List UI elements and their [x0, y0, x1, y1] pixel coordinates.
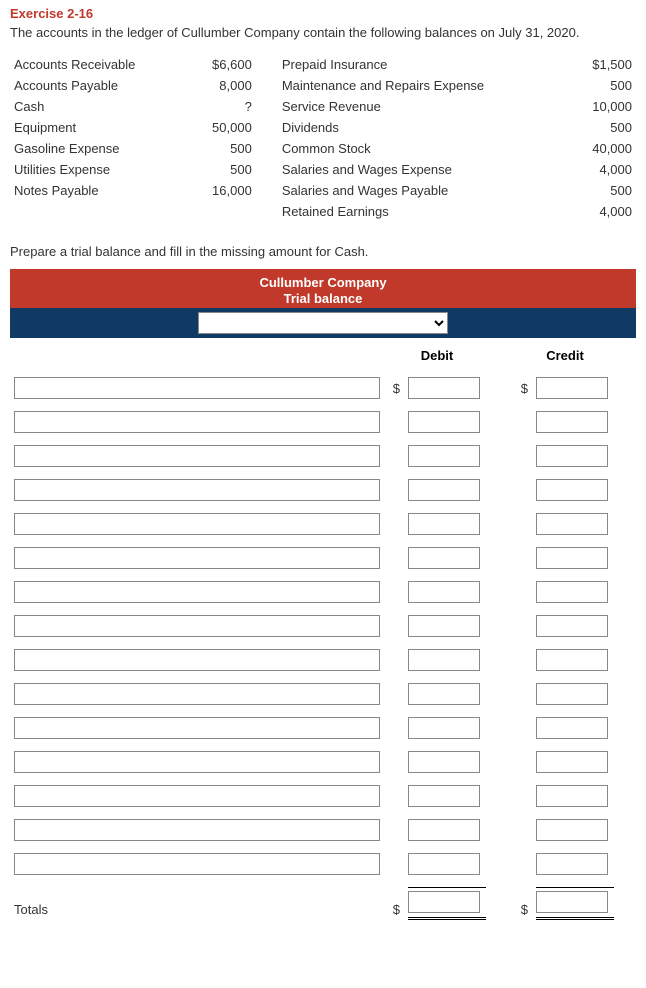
- balance-amount: 4,000: [570, 159, 636, 180]
- account-input[interactable]: [14, 785, 380, 807]
- account-input[interactable]: [14, 377, 380, 399]
- debit-input[interactable]: [408, 785, 480, 807]
- credit-input[interactable]: [536, 751, 608, 773]
- account-input[interactable]: [14, 615, 380, 637]
- balance-name: Equipment: [10, 117, 190, 138]
- balance-amount: ?: [190, 96, 256, 117]
- balance-amount: 500: [570, 117, 636, 138]
- debit-input[interactable]: [408, 853, 480, 875]
- debit-input[interactable]: [408, 377, 480, 399]
- debit-input[interactable]: [408, 683, 480, 705]
- debit-input[interactable]: [408, 479, 480, 501]
- balance-amount: 500: [190, 138, 256, 159]
- balance-amount: 10,000: [570, 96, 636, 117]
- balance-name: Notes Payable: [10, 180, 190, 201]
- company-name: Cullumber Company: [10, 275, 636, 291]
- account-input[interactable]: [14, 581, 380, 603]
- debit-header: Debit: [384, 338, 490, 371]
- debit-input[interactable]: [408, 819, 480, 841]
- balance-name: Salaries and Wages Payable: [278, 180, 570, 201]
- credit-header: Credit: [512, 338, 618, 371]
- balance-amount: 4,000: [570, 201, 636, 222]
- credit-input[interactable]: [536, 819, 608, 841]
- balance-name: Utilities Expense: [10, 159, 190, 180]
- debit-input[interactable]: [408, 445, 480, 467]
- balance-amount: 8,000: [190, 75, 256, 96]
- credit-input[interactable]: [536, 853, 608, 875]
- trial-balance-table: Cullumber Company Trial balance Debit Cr…: [10, 269, 636, 926]
- trial-balance-subtitle: Trial balance: [10, 291, 636, 307]
- balance-name: Accounts Receivable: [10, 54, 190, 75]
- credit-input[interactable]: [536, 513, 608, 535]
- credit-total-input[interactable]: [536, 891, 608, 913]
- account-input[interactable]: [14, 717, 380, 739]
- balance-name: Prepaid Insurance: [278, 54, 570, 75]
- account-input[interactable]: [14, 751, 380, 773]
- credit-input[interactable]: [536, 547, 608, 569]
- exercise-intro: The accounts in the ledger of Cullumber …: [10, 25, 636, 40]
- balance-amount: 40,000: [570, 138, 636, 159]
- account-input[interactable]: [14, 853, 380, 875]
- credit-input[interactable]: [536, 785, 608, 807]
- account-input[interactable]: [14, 683, 380, 705]
- balance-name: Dividends: [278, 117, 570, 138]
- debit-input[interactable]: [408, 615, 480, 637]
- credit-input[interactable]: [536, 615, 608, 637]
- balance-name: Common Stock: [278, 138, 570, 159]
- debit-input[interactable]: [408, 751, 480, 773]
- trial-balance-header: Cullumber Company Trial balance: [10, 269, 636, 308]
- balance-amount: $1,500: [570, 54, 636, 75]
- balance-name: Accounts Payable: [10, 75, 190, 96]
- debit-total-input[interactable]: [408, 891, 480, 913]
- credit-input[interactable]: [536, 411, 608, 433]
- balance-amount: 500: [570, 75, 636, 96]
- currency-symbol: $: [384, 881, 404, 926]
- credit-input[interactable]: [536, 377, 608, 399]
- debit-input[interactable]: [408, 547, 480, 569]
- credit-input[interactable]: [536, 683, 608, 705]
- account-input[interactable]: [14, 513, 380, 535]
- account-input[interactable]: [14, 479, 380, 501]
- balance-amount: 500: [190, 159, 256, 180]
- date-select[interactable]: [198, 312, 448, 334]
- credit-input[interactable]: [536, 479, 608, 501]
- account-input[interactable]: [14, 649, 380, 671]
- currency-symbol: $: [512, 371, 532, 405]
- credit-input[interactable]: [536, 445, 608, 467]
- debit-input[interactable]: [408, 513, 480, 535]
- account-input[interactable]: [14, 411, 380, 433]
- balance-amount: $6,600: [190, 54, 256, 75]
- currency-symbol: $: [512, 881, 532, 926]
- totals-label: Totals: [10, 881, 384, 926]
- balance-amount: 16,000: [190, 180, 256, 201]
- account-input[interactable]: [14, 819, 380, 841]
- balance-name: Retained Earnings: [278, 201, 570, 222]
- credit-input[interactable]: [536, 717, 608, 739]
- instructions-text: Prepare a trial balance and fill in the …: [10, 244, 636, 259]
- debit-input[interactable]: [408, 411, 480, 433]
- debit-input[interactable]: [408, 717, 480, 739]
- balances-table: Accounts Receivable $6,600 Prepaid Insur…: [10, 54, 636, 222]
- balance-name: Cash: [10, 96, 190, 117]
- account-input[interactable]: [14, 547, 380, 569]
- credit-input[interactable]: [536, 649, 608, 671]
- exercise-title: Exercise 2-16: [10, 6, 636, 21]
- balance-name: Gasoline Expense: [10, 138, 190, 159]
- balance-amount: 500: [570, 180, 636, 201]
- balance-name: Service Revenue: [278, 96, 570, 117]
- debit-input[interactable]: [408, 649, 480, 671]
- balance-name: Salaries and Wages Expense: [278, 159, 570, 180]
- credit-input[interactable]: [536, 581, 608, 603]
- currency-symbol: $: [384, 371, 404, 405]
- balance-name: Maintenance and Repairs Expense: [278, 75, 570, 96]
- account-input[interactable]: [14, 445, 380, 467]
- debit-input[interactable]: [408, 581, 480, 603]
- balance-amount: 50,000: [190, 117, 256, 138]
